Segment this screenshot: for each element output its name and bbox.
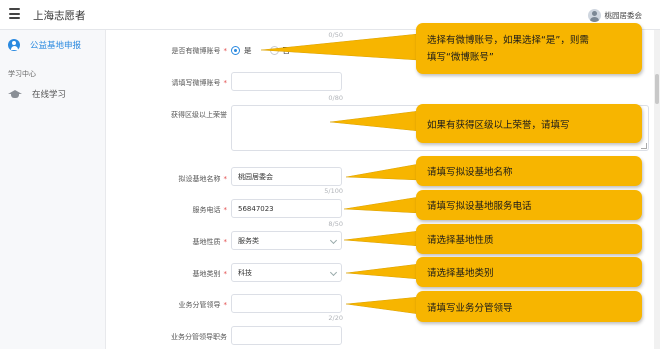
radio-no[interactable]: 否 xyxy=(269,45,290,56)
callout-weibo: 选择有微博账号，如果选择“是”，则需 填写“微博账号” xyxy=(416,23,642,74)
scrollbar-thumb[interactable] xyxy=(655,74,659,104)
callout-leader: 请填写业务分管领导 xyxy=(416,291,642,322)
resize-handle[interactable] xyxy=(641,143,647,149)
user-circle-icon xyxy=(8,39,20,51)
scrollbar[interactable] xyxy=(654,30,660,349)
callout-weibo-line1: 选择有微博账号，如果选择“是”，则需 xyxy=(427,34,589,46)
phone-label: 服务电话 * xyxy=(192,206,228,214)
category-label: 基地类别 * xyxy=(192,270,228,278)
weibo-account-label: 请填写微博账号 * xyxy=(171,79,228,87)
nature-label: 基地性质 * xyxy=(192,238,228,246)
nature-select[interactable]: 服务类 xyxy=(231,231,342,250)
sidebar-item-label: 公益基地申报 xyxy=(30,41,82,51)
leader-title-input[interactable] xyxy=(231,326,342,345)
leader-title-label: 业务分管领导职务 xyxy=(171,333,227,341)
user-name: 桃园居委会 xyxy=(604,10,643,20)
callout-base-name: 请填写拟设基地名称 xyxy=(416,156,642,186)
sidebar: 公益基地申报 学习中心 在线学习 xyxy=(0,30,106,349)
chevron-down-icon xyxy=(329,236,338,245)
base-name-label: 拟设基地名称 * xyxy=(178,175,228,183)
sidebar-item-base-application[interactable]: 公益基地申报 xyxy=(0,34,106,56)
callout-nature: 请选择基地性质 xyxy=(416,224,642,254)
weibo-radio-group: 是 否 xyxy=(231,43,308,57)
phone-input[interactable]: 56847023 xyxy=(231,199,342,218)
weibo-account-input[interactable] xyxy=(231,72,342,91)
category-select[interactable]: 科技 xyxy=(231,263,342,282)
leader-counter: 2/20 xyxy=(328,314,343,322)
hamburger-menu-icon[interactable] xyxy=(9,8,20,19)
honors-label: 获得区级以上荣誉 xyxy=(171,111,227,119)
callout-category: 请选择基地类别 xyxy=(416,257,642,287)
leader-input[interactable] xyxy=(231,294,342,313)
sidebar-item-online-study[interactable]: 在线学习 xyxy=(0,83,106,105)
radio-yes[interactable]: 是 xyxy=(231,45,252,56)
app-title: 上海志愿者 xyxy=(33,10,86,22)
graduation-cap-icon xyxy=(8,89,22,99)
callout-weibo-line2: 填写“微博账号” xyxy=(427,51,494,63)
sidebar-item-label: 在线学习 xyxy=(32,90,67,100)
user-menu[interactable]: 桃园居委会 xyxy=(587,7,643,23)
weibo-account-counter: 0/80 xyxy=(328,94,343,102)
category-select-value: 科技 xyxy=(238,268,252,277)
avatar xyxy=(587,8,601,22)
base-name-input[interactable]: 桃园居委会 xyxy=(231,167,342,186)
phone-counter: 8/50 xyxy=(328,220,343,228)
leader-label: 业务分管领导 * xyxy=(178,301,228,309)
weibo-counter: 0/50 xyxy=(328,31,343,39)
callout-honors: 如果有获得区级以上荣誉，请填写 xyxy=(416,104,642,143)
nature-select-value: 服务类 xyxy=(238,236,259,245)
chevron-down-icon xyxy=(329,268,338,277)
base-name-counter: 5/100 xyxy=(324,187,343,195)
weibo-label: 是否有微博账号 * xyxy=(171,47,228,55)
sidebar-group-title: 学习中心 xyxy=(8,70,36,78)
callout-phone: 请填写拟设基地服务电话 xyxy=(416,190,642,220)
